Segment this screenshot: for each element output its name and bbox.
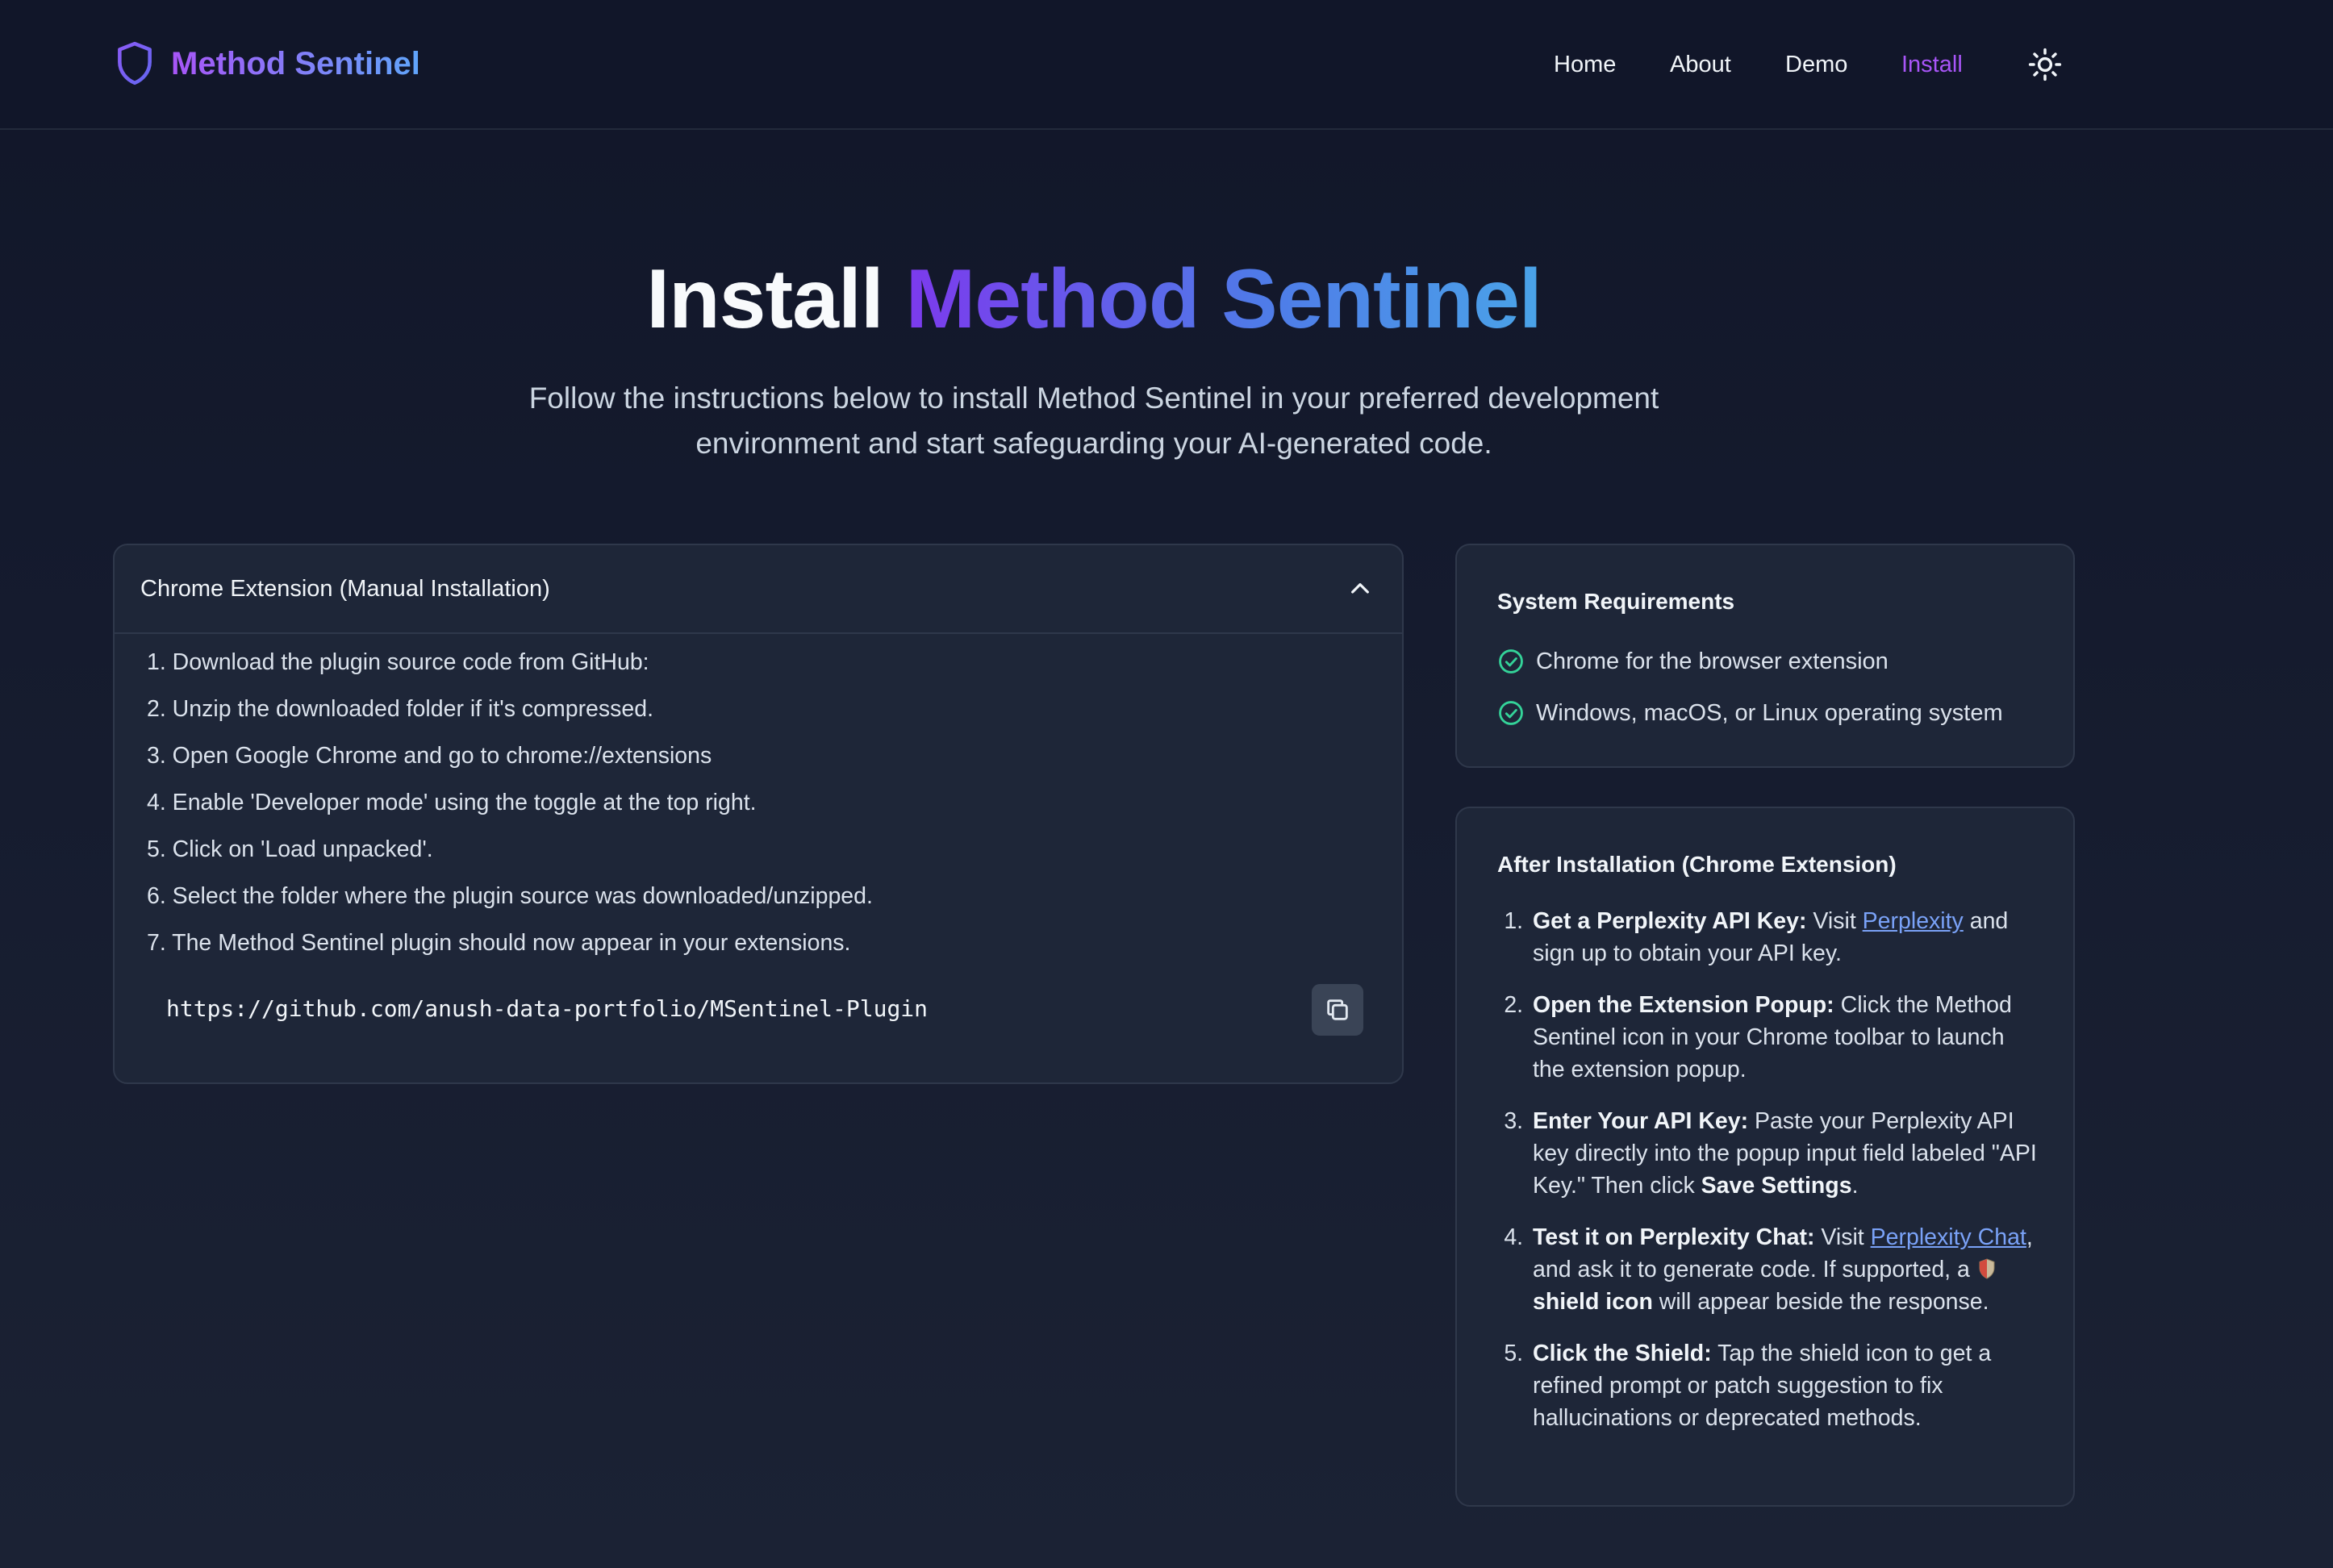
nav-home[interactable]: Home [1554,47,1616,82]
install-step: 1. Download the plugin source code from … [147,649,649,675]
sun-icon[interactable] [2028,48,2062,81]
step-text: Visit [1806,908,1863,934]
system-requirements-card: System Requirements Chrome for the brows… [1455,544,2075,768]
step-text: . [1851,1173,1859,1199]
after-installation-steps: Get a Perplexity API Key: Visit Perplexi… [1497,905,2041,1434]
repo-code-block: https://github.com/anush-data-portfolio/… [166,981,1363,1037]
install-step: 3. Open Google Chrome and go to chrome:/… [147,743,712,769]
install-step: 4. Enable 'Developer mode' using the tog… [147,790,757,815]
step-heading: Get a Perplexity API Key: [1533,908,1807,934]
install-step: 5. Click on 'Load unpacked'. [147,836,433,862]
requirement-item: Windows, macOS, or Linux operating syste… [1497,687,2073,739]
page-subtitle: Follow the instructions below to install… [449,376,1739,466]
after-installation-card: After Installation (Chrome Extension) Ge… [1455,807,2075,1507]
install-steps: 1. Download the plugin source code from … [115,634,1402,966]
nav-demo[interactable]: Demo [1785,47,1847,82]
after-step: Test it on Perplexity Chat: Visit Perple… [1530,1221,2041,1318]
repo-url[interactable]: https://github.com/anush-data-portfolio/… [166,995,928,1022]
step-heading: Click the Shield: [1533,1341,1712,1366]
perplexity-chat-link[interactable]: Perplexity Chat [1871,1224,2026,1250]
copy-button[interactable] [1312,984,1363,1036]
subtitle-line-1: Follow the instructions below to install… [528,382,1659,415]
site-header: Method Sentinel Home About Demo Install [0,0,2333,130]
subtitle-line-2: environment and start safeguarding your … [695,427,1492,460]
install-step: 6. Select the folder where the plugin so… [147,883,873,909]
check-circle-icon [1499,649,1523,673]
check-circle-icon [1499,701,1523,725]
chrome-install-accordion: Chrome Extension (Manual Installation) 1… [113,544,1404,1084]
install-step: 7. The Method Sentinel plugin should now… [147,930,851,956]
step-text: will appear beside the response. [1652,1289,1989,1315]
step-heading: Open the Extension Popup: [1533,992,1834,1018]
install-step: 2. Unzip the downloaded folder if it's c… [147,696,654,722]
step-text: Visit [1814,1224,1871,1250]
after-step: Get a Perplexity API Key: Visit Perplexi… [1530,905,2041,970]
save-settings-label: Save Settings [1701,1173,1852,1199]
accordion-header[interactable]: Chrome Extension (Manual Installation) [115,545,1402,634]
after-installation-title: After Installation (Chrome Extension) [1497,852,1897,877]
requirements-list: Chrome for the browser extension Windows… [1497,636,2073,739]
after-step: Click the Shield: Tap the shield icon to… [1530,1337,2041,1434]
step-heading: Test it on Perplexity Chat: [1533,1224,1815,1250]
requirement-text: Windows, macOS, or Linux operating syste… [1536,699,2003,726]
requirement-item: Chrome for the browser extension [1497,636,2073,687]
page-title-plain: Install [646,252,906,346]
nav-about[interactable]: About [1670,47,1731,82]
requirement-text: Chrome for the browser extension [1536,648,1889,674]
accordion-title: Chrome Extension (Manual Installation) [140,575,550,602]
perplexity-link[interactable]: Perplexity [1863,908,1964,934]
copy-icon [1327,999,1348,1020]
nav-install[interactable]: Install [1901,47,1963,82]
requirements-title: System Requirements [1497,589,1735,614]
main-nav: Home About Demo Install [0,47,2333,82]
step-heading: Enter Your API Key: [1533,1108,1749,1134]
after-step: Open the Extension Popup: Click the Meth… [1530,989,2041,1086]
shield-icon-label: shield icon [1533,1289,1653,1315]
chevron-up-icon[interactable] [1347,576,1373,602]
shield-icon [1979,1258,1995,1279]
page-title-highlight: Method Sentinel [905,252,1542,346]
page-title: Install Method Sentinel [0,247,2188,352]
after-step: Enter Your API Key: Paste your Perplexit… [1530,1105,2041,1202]
